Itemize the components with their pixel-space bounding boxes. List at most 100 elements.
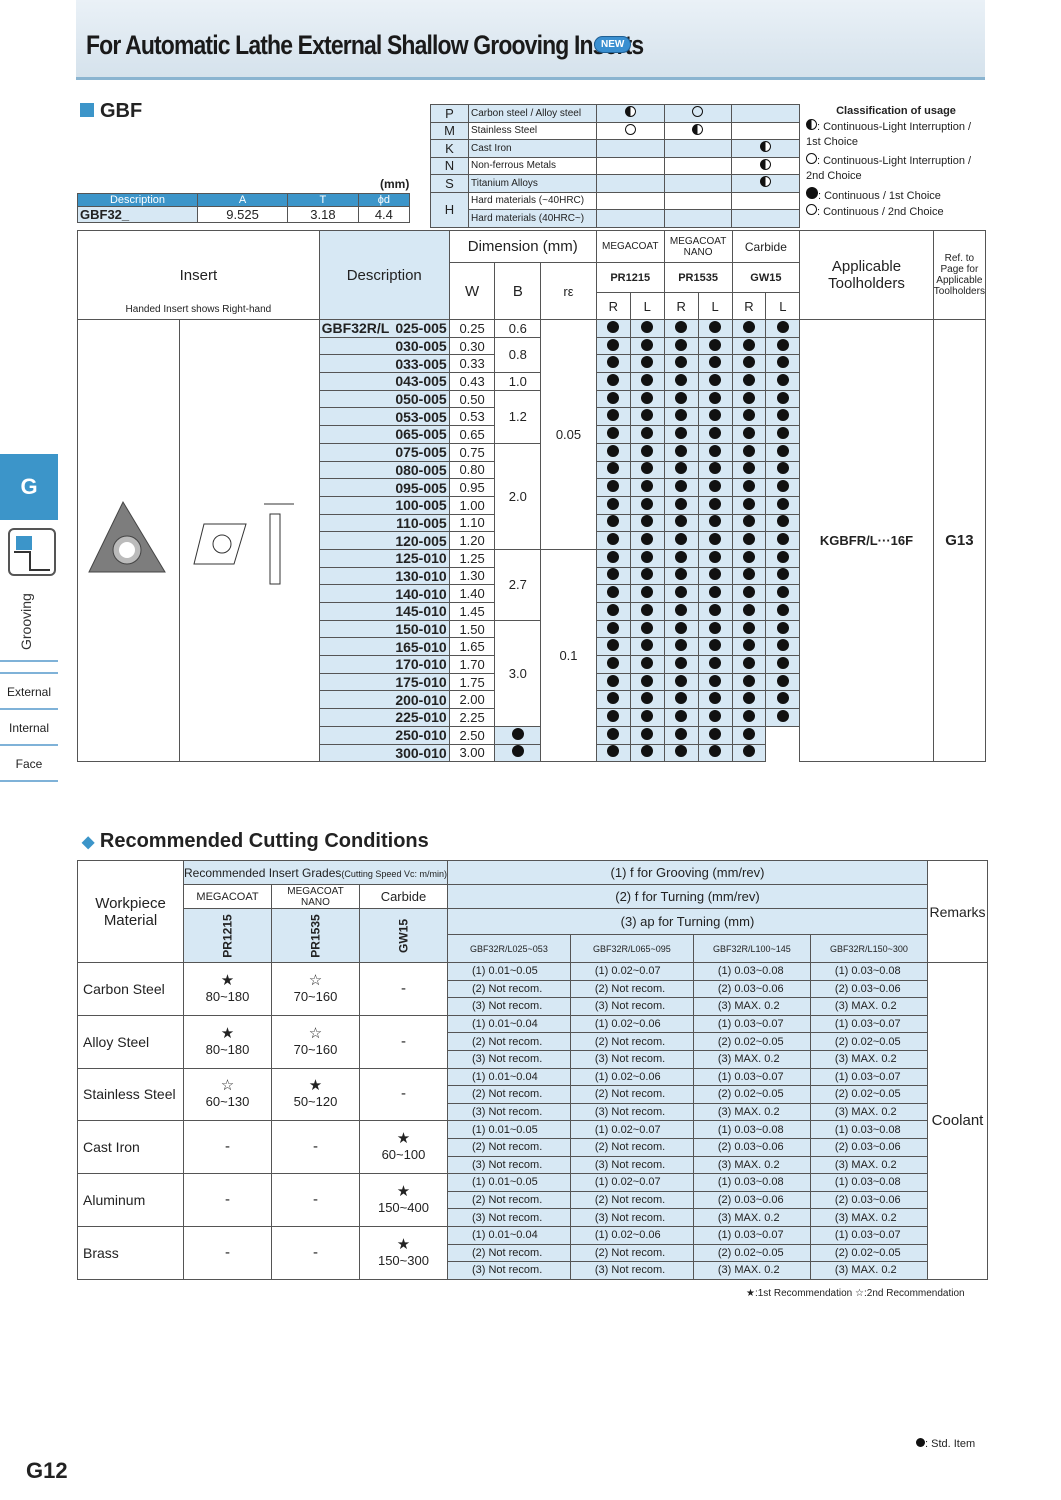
condition-cell: (1) 0.01~0.04 xyxy=(446,1067,571,1087)
b-cell: 3.0 xyxy=(494,619,542,727)
hand-header: R xyxy=(595,292,631,320)
availability-cell xyxy=(595,425,631,444)
grade-header: GW15 xyxy=(731,262,801,293)
description-code: 165-010 xyxy=(395,638,447,655)
std-item-dot-icon xyxy=(607,409,620,422)
description-code: 053-005 xyxy=(395,408,447,425)
std-item-dot-icon xyxy=(776,603,789,616)
hand-header: R xyxy=(731,292,767,320)
side-item-face[interactable]: Face xyxy=(0,748,58,782)
description-code: 065-005 xyxy=(395,426,447,443)
availability-cell xyxy=(595,690,631,710)
availability-cell xyxy=(697,637,733,657)
availability-cell xyxy=(629,690,665,710)
condition-cell: (2) Not recom. xyxy=(569,1137,694,1157)
workpiece-name: Aluminum xyxy=(77,1173,184,1227)
condition-cell: (3) MAX. 0.2 xyxy=(809,1049,929,1069)
std-item-dot-icon xyxy=(709,727,722,740)
dim-cell: GBF32_ xyxy=(77,206,198,223)
condition-cell: (3) MAX. 0.2 xyxy=(692,1261,811,1280)
std-item-dot-icon xyxy=(641,621,654,634)
coolant-cell: Coolant xyxy=(927,962,988,1280)
cutting-speed: 70~160 xyxy=(293,988,338,1004)
recommendation-mark: ★ xyxy=(396,1183,411,1201)
std-item-dot-icon xyxy=(641,338,654,351)
description-cell: 145-010 xyxy=(318,602,450,621)
std-item-dot-icon xyxy=(675,727,688,740)
std-item-dot-icon xyxy=(607,426,620,439)
rec-grade: PR1535 xyxy=(308,913,323,958)
condition-cell: (3) MAX. 0.2 xyxy=(692,1208,811,1227)
side-item-internal[interactable]: Internal xyxy=(0,712,58,746)
std-item-dot-icon xyxy=(709,639,722,652)
availability-cell xyxy=(765,655,801,674)
b-cell: 1.0 xyxy=(494,372,542,391)
std-item-dot-icon xyxy=(641,356,654,369)
std-item-dot-icon xyxy=(607,586,620,599)
hand-header: L xyxy=(629,292,665,320)
w-cell: 1.45 xyxy=(448,602,496,621)
availability-cell xyxy=(697,460,733,480)
w-cell: 0.43 xyxy=(448,372,496,391)
availability-cell xyxy=(697,725,733,745)
availability-cell xyxy=(663,513,699,533)
w-cell: 2.00 xyxy=(448,690,496,710)
condition-cell: (3) MAX. 0.2 xyxy=(809,1102,929,1122)
side-item-external[interactable]: External xyxy=(0,676,58,710)
material-table: P Carbon steel / Alloy steel M Stainless St… xyxy=(430,104,800,228)
std-item-dot-icon xyxy=(742,639,755,652)
availability-cell xyxy=(697,708,733,727)
condition-cell: (2) Not recom. xyxy=(446,1243,571,1263)
condition-cell: (3) MAX. 0.2 xyxy=(809,1208,929,1227)
legend-item: : Continuous-Light Interruption / 2nd Ch… xyxy=(806,155,972,182)
availability-cell xyxy=(663,354,699,374)
availability-cell xyxy=(731,354,767,374)
dim-header: T xyxy=(287,193,359,207)
availability-cell xyxy=(697,566,733,586)
availability-cell xyxy=(595,478,631,497)
std-item-dot-icon xyxy=(776,391,789,404)
availability-cell xyxy=(765,407,801,427)
availability-cell xyxy=(731,725,767,745)
availability-cell xyxy=(765,513,801,533)
half-circle-icon xyxy=(760,158,772,170)
description-cell: 065-005 xyxy=(318,425,450,444)
material-mark xyxy=(663,104,733,123)
std-item-dot-icon xyxy=(675,426,688,439)
condition-cell: (2) Not recom. xyxy=(446,979,571,999)
availability-cell xyxy=(663,407,699,427)
std-item-dot-icon xyxy=(675,373,688,386)
availability-cell xyxy=(595,442,631,462)
rec-grade: GW15 xyxy=(396,918,411,953)
b-header: B xyxy=(494,262,542,320)
std-item-dot-icon xyxy=(742,409,755,422)
material-name: Stainless Steel xyxy=(468,121,597,140)
material-mark xyxy=(596,139,665,158)
std-item-dot-icon xyxy=(641,568,654,581)
condition-cell: (2) 0.02~0.05 xyxy=(809,1243,929,1263)
availability-cell xyxy=(629,566,665,586)
std-item-dot-icon xyxy=(776,533,789,546)
std-item-dot-icon xyxy=(709,656,722,669)
condition-cell: (1) 0.01~0.04 xyxy=(446,1014,571,1034)
availability-cell xyxy=(595,725,631,745)
availability-cell xyxy=(765,336,801,356)
availability-cell xyxy=(765,354,801,374)
availability-cell xyxy=(595,708,631,727)
std-item-dot-icon xyxy=(776,373,789,386)
grade-recommendation: ★ 80~180 xyxy=(183,1014,272,1069)
std-item-dot-icon xyxy=(675,391,688,404)
ref-page: G13 xyxy=(932,318,987,763)
description-code: 140-010 xyxy=(395,585,447,602)
grade-recommendation: - xyxy=(270,1225,360,1280)
availability-cell xyxy=(731,619,767,639)
recommendation-mark: ★ xyxy=(396,1130,411,1148)
material-code: H xyxy=(430,191,469,228)
std-item-dot-icon xyxy=(742,338,755,351)
grade-recommendation: ☆ 60~130 xyxy=(183,1067,272,1122)
side-tab-g[interactable]: G xyxy=(0,454,58,520)
description-cell: 053-005 xyxy=(318,407,450,427)
grade-recommendation: - xyxy=(270,1120,360,1175)
material-mark xyxy=(596,104,665,123)
std-item-dot-icon xyxy=(776,709,789,722)
